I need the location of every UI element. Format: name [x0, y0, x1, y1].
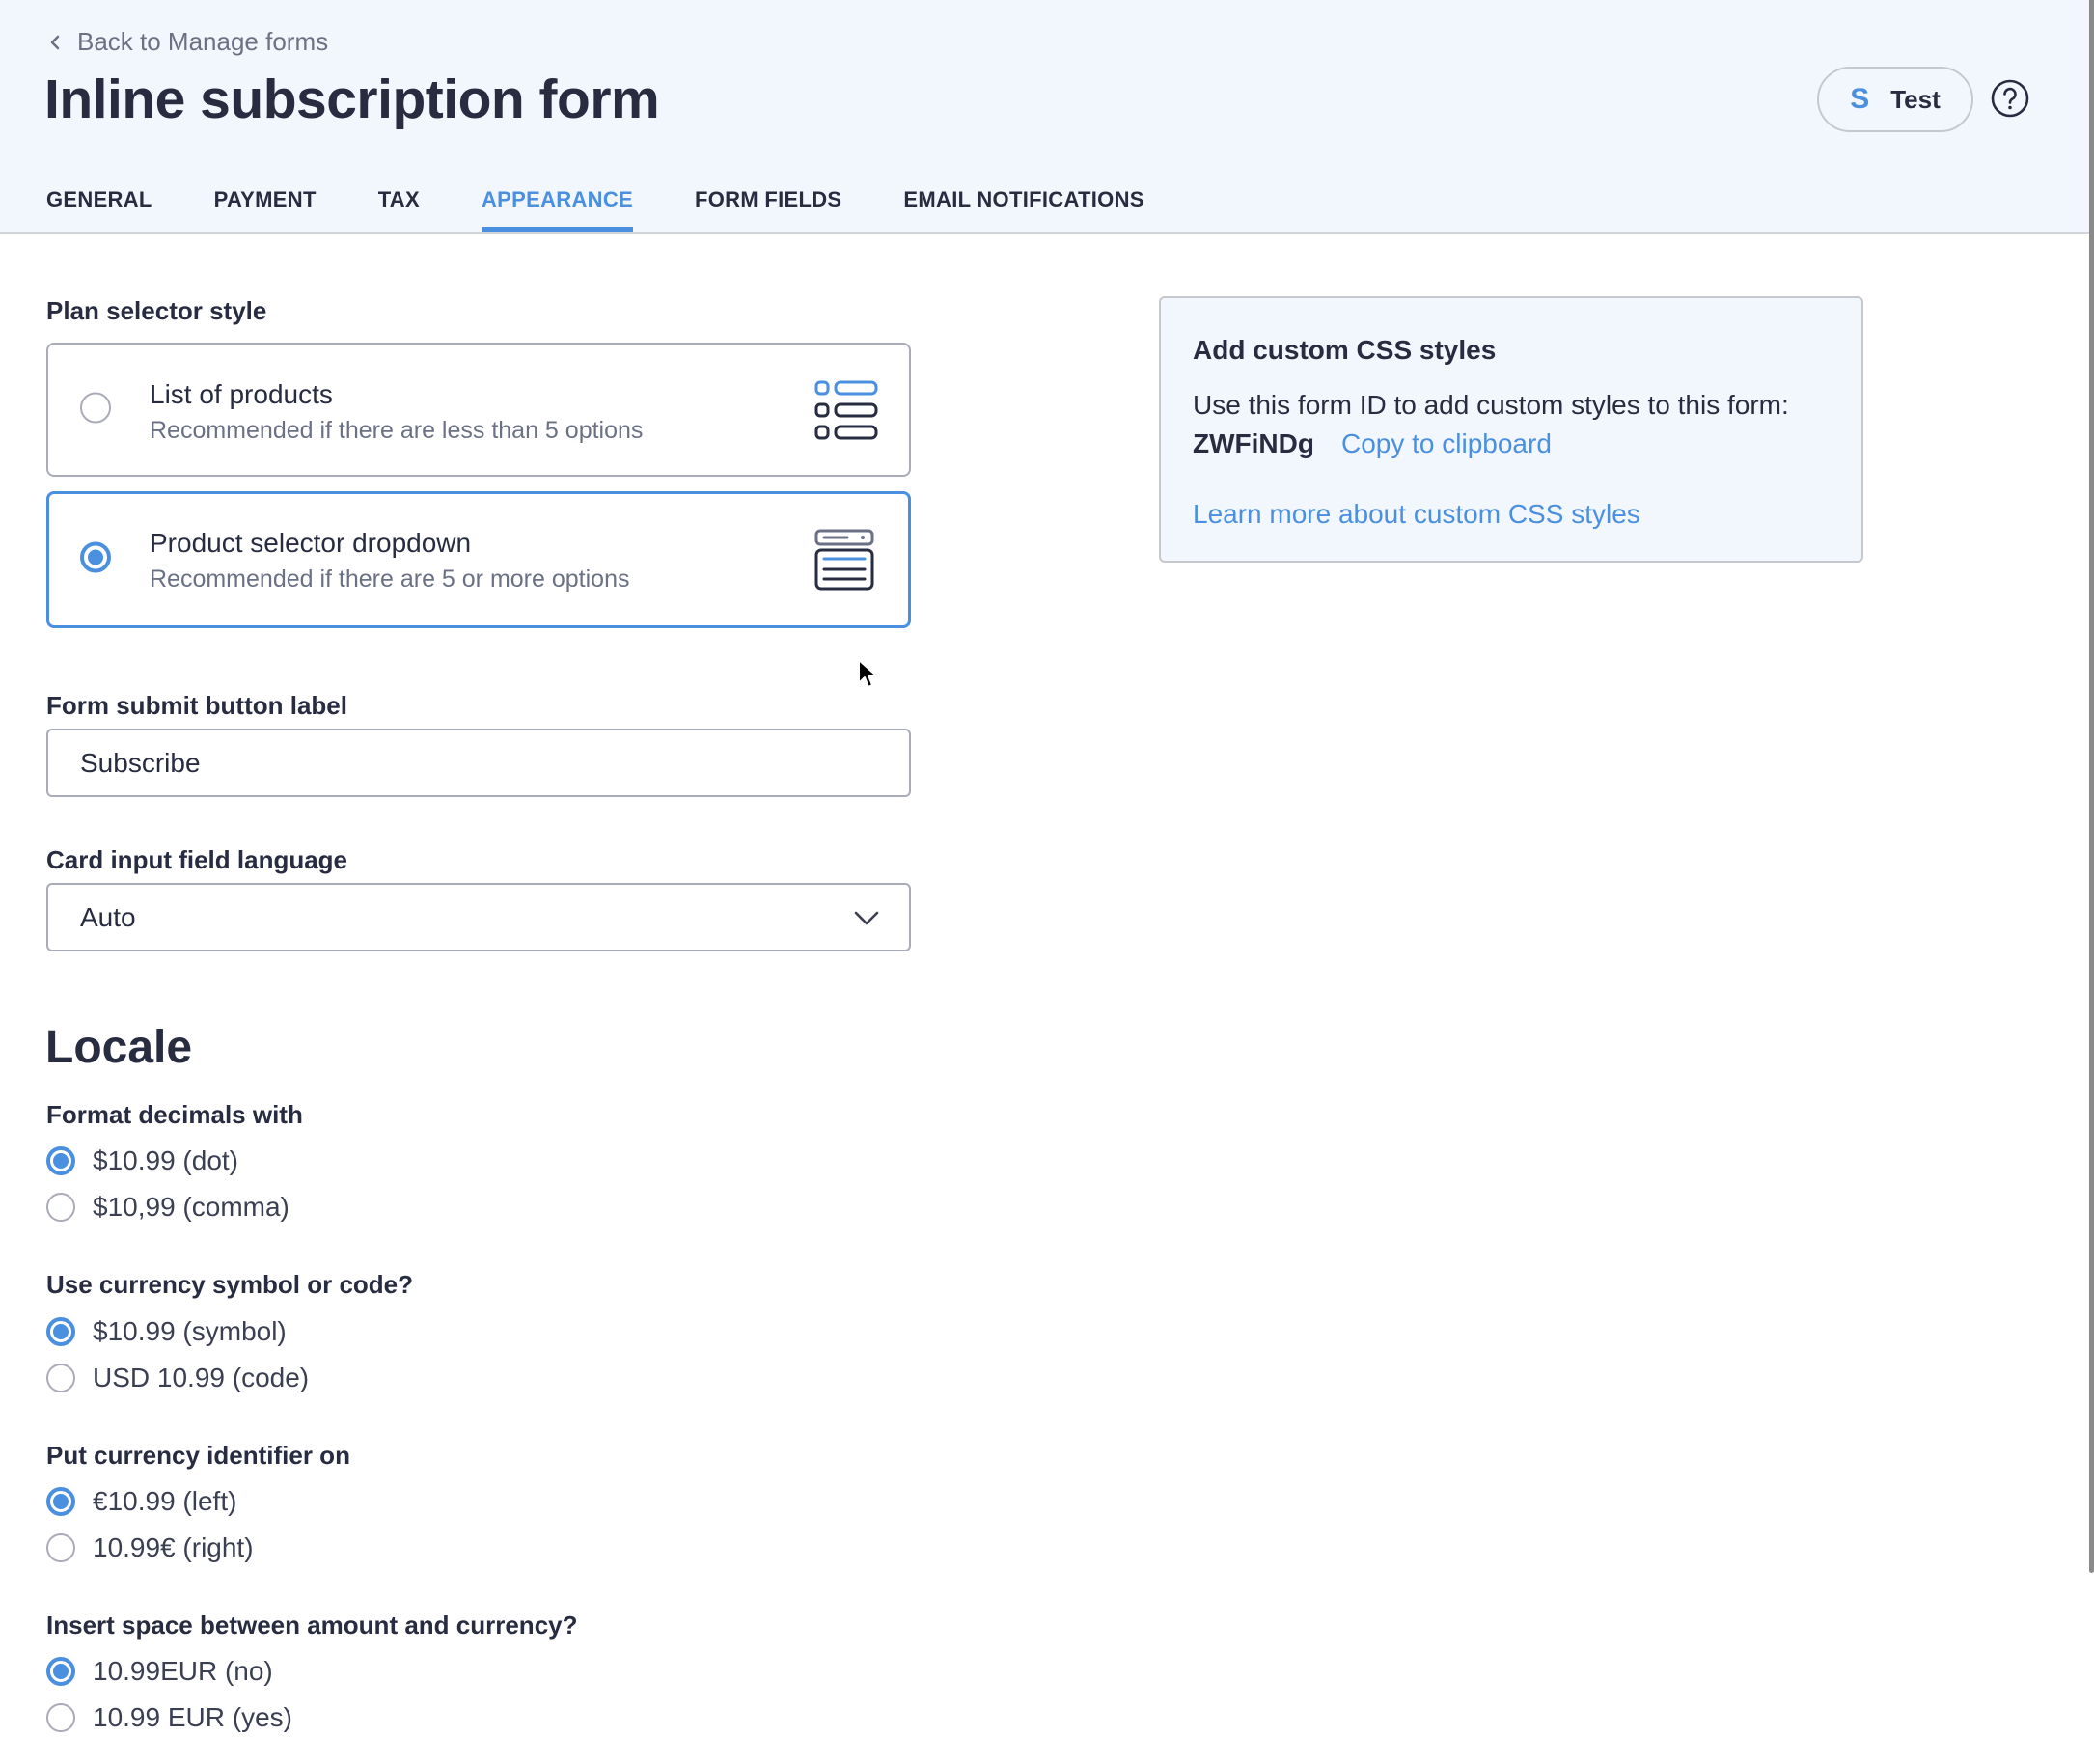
tab-email-notifications[interactable]: EMAIL NOTIFICATIONS — [903, 187, 1143, 232]
radio-button[interactable] — [46, 1364, 75, 1392]
tab-form-fields[interactable]: FORM FIELDS — [695, 187, 841, 232]
vertical-scrollbar[interactable] — [2089, 0, 2094, 1573]
format-decimals-label: Format decimals with — [46, 1100, 303, 1129]
plan-option-title: Product selector dropdown — [150, 528, 472, 558]
radio-button[interactable] — [46, 1657, 75, 1686]
tab-tax[interactable]: TAX — [378, 187, 420, 232]
chevron-down-icon — [854, 911, 879, 925]
test-mode-button[interactable]: S Test — [1817, 67, 1973, 132]
mouse-cursor-icon — [858, 659, 877, 688]
stripe-s-icon: S — [1850, 83, 1870, 115]
radio-option-right[interactable]: 10.99€ (right) — [46, 1532, 254, 1563]
custom-css-title: Add custom CSS styles — [1193, 335, 1497, 365]
page-header: Back to Manage forms Inline subscription… — [0, 0, 2090, 234]
tab-appearance[interactable]: APPEARANCE — [481, 187, 634, 232]
radio-option-label: $10,99 (comma) — [93, 1192, 289, 1222]
radio-option-label: $10.99 (dot) — [93, 1145, 238, 1175]
copy-to-clipboard-link[interactable]: Copy to clipboard — [1341, 428, 1552, 459]
form-id-value: ZWFiNDg — [1193, 428, 1314, 458]
plan-selector-label: Plan selector style — [46, 296, 267, 325]
card-language-select[interactable]: Auto — [46, 883, 911, 951]
card-language-value: Auto — [80, 901, 136, 932]
locale-heading: Locale — [45, 1022, 193, 1073]
submit-button-label-input[interactable] — [46, 729, 911, 797]
tab-general[interactable]: GENERAL — [46, 187, 152, 232]
back-to-manage-forms-link[interactable]: Back to Manage forms — [46, 27, 328, 57]
question-circle-icon[interactable] — [1991, 79, 2029, 118]
submit-button-label-heading: Form submit button label — [46, 691, 347, 720]
radio-button[interactable] — [46, 1533, 75, 1562]
radio-option-comma[interactable]: $10,99 (comma) — [46, 1192, 289, 1223]
card-language-label: Card input field language — [46, 845, 348, 874]
custom-css-panel: Add custom CSS styles Use this form ID t… — [1159, 296, 1863, 563]
radio-button[interactable] — [46, 1317, 75, 1346]
radio-option-label: €10.99 (left) — [93, 1486, 237, 1516]
tab-payment[interactable]: PAYMENT — [214, 187, 317, 232]
plan-option-subtitle: Recommended if there are less than 5 opt… — [150, 417, 644, 444]
radio-list-of-products[interactable] — [80, 392, 111, 423]
plan-option-product-selector-dropdown[interactable]: Product selector dropdown Recommended if… — [46, 491, 911, 628]
radio-option-label: $10.99 (symbol) — [93, 1316, 287, 1346]
back-link-label: Back to Manage forms — [77, 27, 329, 56]
insert-space-label: Insert space between amount and currency… — [46, 1611, 578, 1640]
currency-symbol-or-code-label: Use currency symbol or code? — [46, 1270, 414, 1299]
radio-button[interactable] — [46, 1193, 75, 1222]
test-button-label: Test — [1890, 84, 1941, 114]
plan-option-title: List of products — [150, 379, 333, 409]
radio-option-label: USD 10.99 (code) — [93, 1363, 310, 1392]
radio-button[interactable] — [46, 1703, 75, 1732]
plan-option-subtitle: Recommended if there are 5 or more optio… — [150, 565, 630, 593]
radio-option-label: 10.99 EUR (yes) — [93, 1702, 292, 1732]
plan-option-list-of-products[interactable]: List of products Recommended if there ar… — [46, 343, 911, 477]
custom-css-description: Use this form ID to add custom styles to… — [1193, 390, 1789, 420]
currency-identifier-position-label: Put currency identifier on — [46, 1441, 350, 1470]
radio-option-code[interactable]: USD 10.99 (code) — [46, 1363, 309, 1393]
radio-button[interactable] — [46, 1487, 75, 1516]
radio-option-label: 10.99€ (right) — [93, 1532, 254, 1562]
radio-option-left[interactable]: €10.99 (left) — [46, 1486, 236, 1517]
page-title: Inline subscription form — [44, 69, 660, 130]
chevron-left-icon — [50, 35, 60, 49]
radio-option-no-space[interactable]: 10.99EUR (no) — [46, 1656, 273, 1687]
tab-bar: GENERAL PAYMENT TAX APPEARANCE FORM FIEL… — [46, 187, 1206, 232]
dropdown-layout-icon — [814, 529, 874, 591]
radio-product-selector-dropdown[interactable] — [80, 541, 111, 573]
radio-option-label: 10.99EUR (no) — [93, 1656, 273, 1686]
learn-more-custom-css-link[interactable]: Learn more about custom CSS styles — [1193, 499, 1640, 530]
radio-option-symbol[interactable]: $10.99 (symbol) — [46, 1316, 287, 1347]
radio-option-dot[interactable]: $10.99 (dot) — [46, 1145, 238, 1176]
radio-option-with-space[interactable]: 10.99 EUR (yes) — [46, 1702, 292, 1733]
radio-button[interactable] — [46, 1146, 75, 1175]
list-layout-icon — [814, 380, 878, 439]
